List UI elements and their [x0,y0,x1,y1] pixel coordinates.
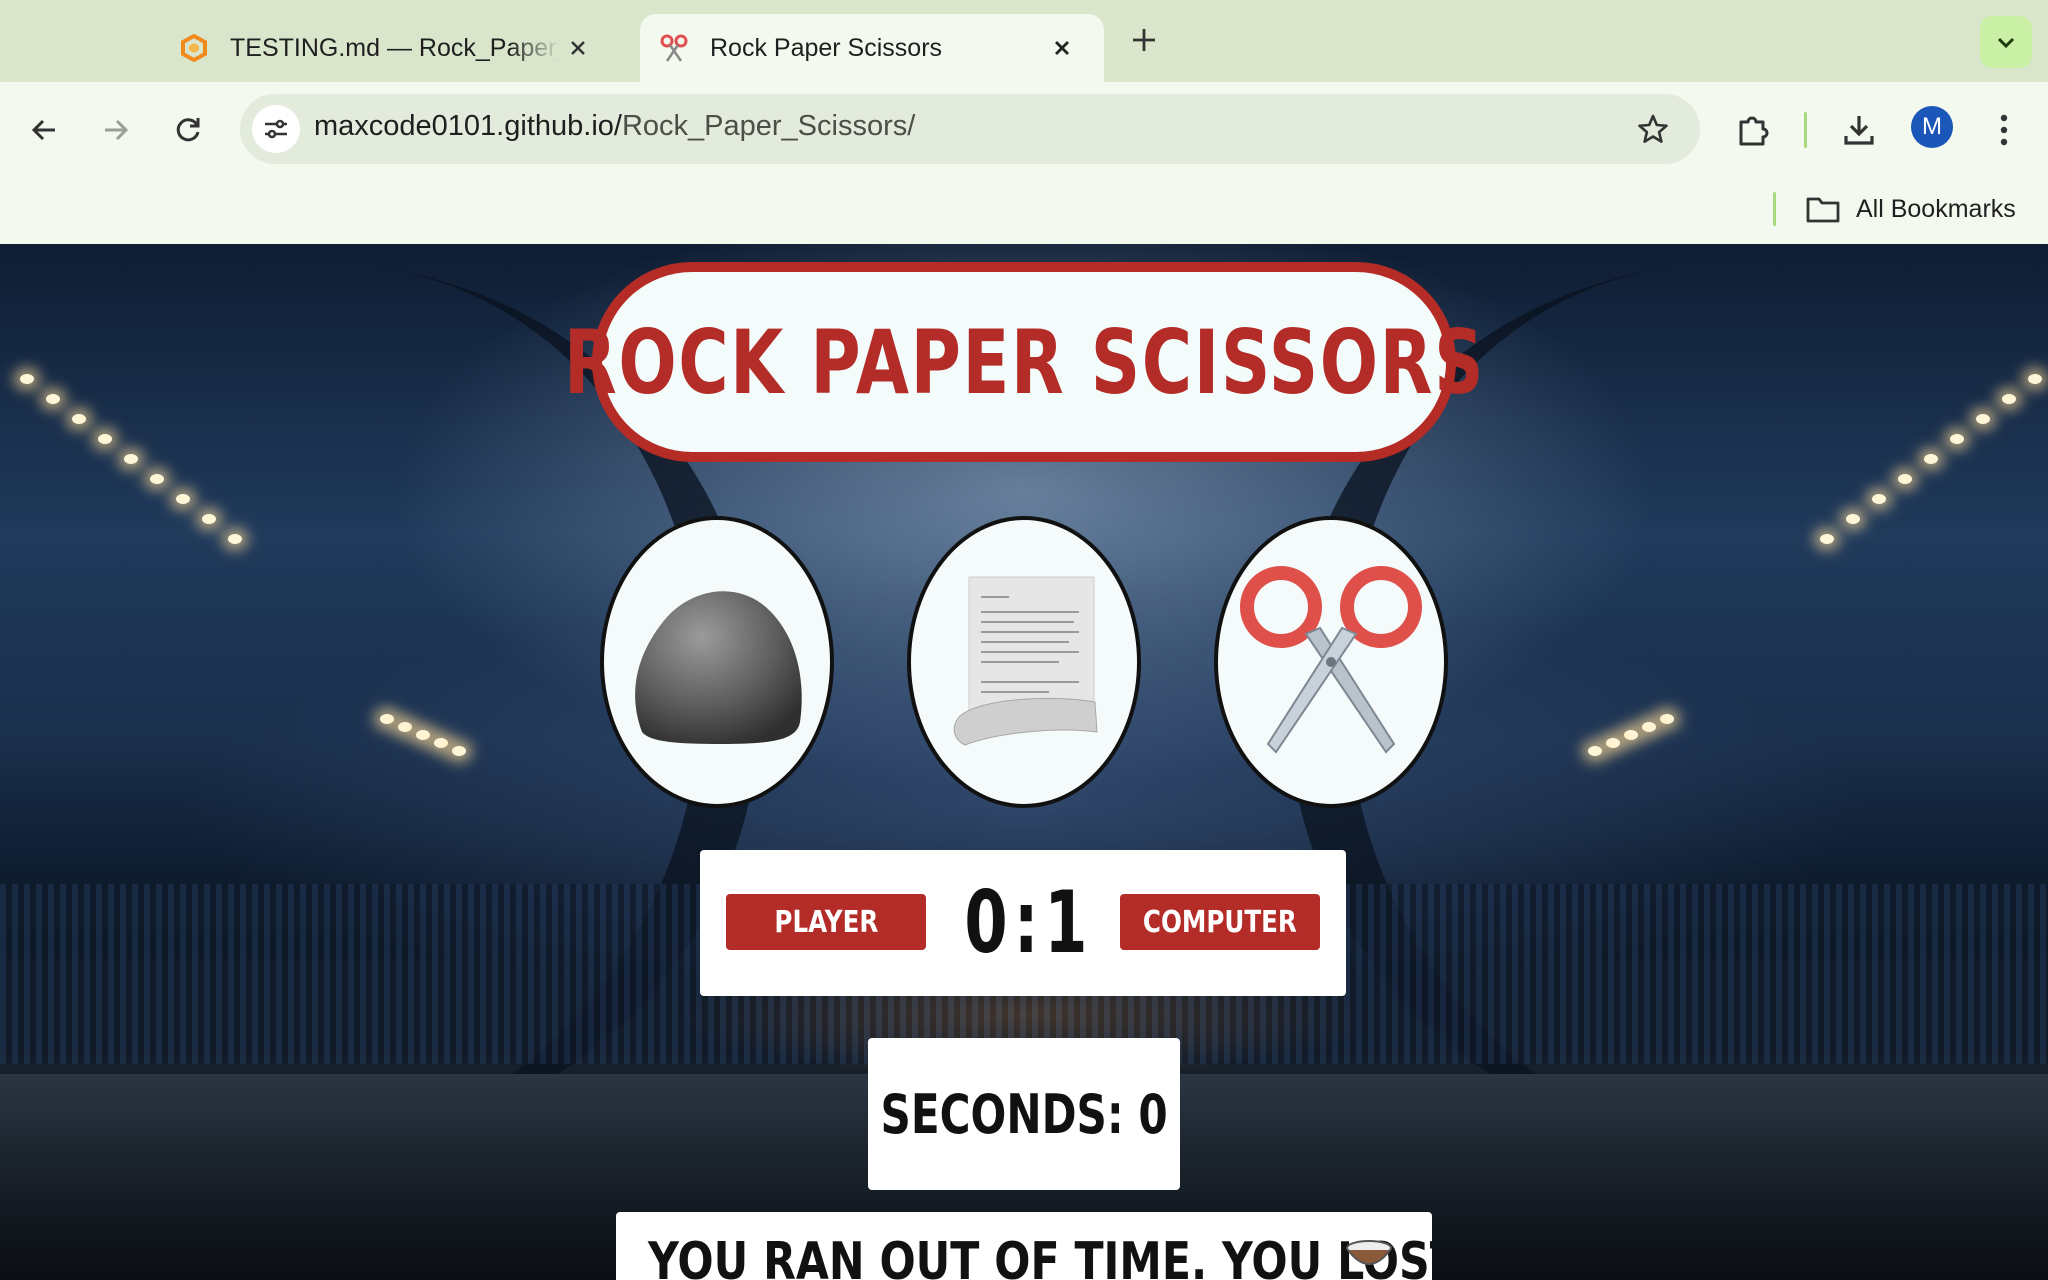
stadium-light [452,746,466,756]
stadium-light [20,374,34,384]
rock-choice-button[interactable] [600,516,834,808]
computer-score: 1 [1044,873,1088,973]
tab-search-button[interactable] [1980,16,2032,68]
stadium-light [2002,394,2016,404]
stadium-light [1898,474,1912,484]
stadium-light [1606,738,1620,748]
all-bookmarks-button[interactable]: All Bookmarks [1806,186,2016,232]
stadium-light [1846,514,1860,524]
scissors-icon [1240,566,1422,754]
rock-icon [635,591,802,744]
score-separator: : [1013,873,1039,973]
player-score: 0 [964,873,1008,973]
url-path: Rock_Paper_Scissors/ [621,110,916,142]
stadium-light [228,534,242,544]
stadium-light [124,454,138,464]
stadium-light [1950,434,1964,444]
seconds-value: 0 [1138,1082,1168,1146]
forward-arrow-icon [105,119,129,141]
computer-label: COMPUTER [1120,894,1320,950]
orange-g-icon [178,32,210,64]
computer-label-text: COMPUTER [1143,904,1297,940]
tab-rock-paper-scissors[interactable]: Rock Paper Scissors [640,14,1104,82]
stadium-light [202,514,216,524]
chevron-down-icon [1997,37,2015,49]
download-icon[interactable] [1833,104,1885,156]
player-label: PLAYER [726,894,926,950]
new-tab-button[interactable] [1124,20,1164,60]
plus-icon [1133,29,1155,51]
paper-choice-button[interactable] [907,516,1141,808]
stadium-light [416,730,430,740]
stadium-light [150,474,164,484]
bookmarks-divider [1773,192,1776,226]
result-panel: YOU RAN OUT OF TIME. YOU LOST [616,1212,1432,1280]
stadium-light [380,714,394,724]
game-page: ROCK PAPER SCISSORS PLAYER 0:1 COMPUTER … [0,244,2048,1280]
scoreboard: PLAYER 0:1 COMPUTER [700,850,1346,996]
stadium-light [46,394,60,404]
player-label-text: PLAYER [774,904,878,940]
more-menu-icon[interactable] [1978,104,2030,156]
profile-avatar[interactable]: M [1911,106,1953,148]
stadium-light [176,494,190,504]
stadium-light [1820,534,1834,544]
bowl-icon [1346,1240,1392,1265]
address-bar[interactable]: maxcode0101.github.io/Rock_Paper_Scissor… [240,94,1700,164]
back-arrow-icon [31,119,55,141]
stadium-light [1924,454,1938,464]
paper-icon [953,576,1098,746]
back-button[interactable] [20,106,68,154]
seconds-label: SECONDS: [880,1082,1124,1146]
bookmarks-label: All Bookmarks [1856,194,2016,223]
close-icon[interactable] [562,32,594,64]
stadium-light [1872,494,1886,504]
stadium-light [398,722,412,732]
scissors-icon [658,32,690,64]
tab-title: Rock Paper Scissors [710,33,943,62]
stadium-light [1642,722,1656,732]
tab-testing-md[interactable]: TESTING.md — Rock_Paper_Scissors [160,14,620,82]
result-message: YOU RAN OUT OF TIME. YOU LOST [648,1232,1432,1280]
stadium-light [434,738,448,748]
extensions-icon[interactable] [1727,104,1779,156]
scissors-choice-button[interactable] [1214,516,1448,808]
forward-button[interactable] [92,106,140,154]
stadium-light [1624,730,1638,740]
stadium-light [1588,746,1602,756]
toolbar-divider [1804,112,1807,148]
stadium-light [2028,374,2042,384]
url-text[interactable]: maxcode0101.github.io/Rock_Paper_Scissor… [314,110,915,143]
browser-toolbar: maxcode0101.github.io/Rock_Paper_Scissor… [0,82,2048,244]
url-host: maxcode0101.github.io/ [314,110,622,142]
reload-button[interactable] [164,106,212,154]
timer-panel: SECONDS: 0 [868,1038,1180,1190]
tab-strip: TESTING.md — Rock_Paper_Scissors Rock Pa… [0,0,2048,82]
folder-icon [1806,197,1840,223]
score-display: 0:1 [956,868,1096,978]
stadium-light [1660,714,1674,724]
bookmark-star-icon[interactable] [1632,108,1674,150]
site-info-icon[interactable] [252,105,300,153]
close-icon[interactable] [1046,32,1078,64]
game-title: ROCK PAPER SCISSORS [563,310,1485,414]
stadium-light [98,434,112,444]
tab-title: TESTING.md — Rock_Paper_Scissors [230,33,560,62]
stadium-light [1976,414,1990,424]
game-title-banner: ROCK PAPER SCISSORS [563,262,1483,462]
reload-icon [176,118,200,142]
stadium-light [72,414,86,424]
